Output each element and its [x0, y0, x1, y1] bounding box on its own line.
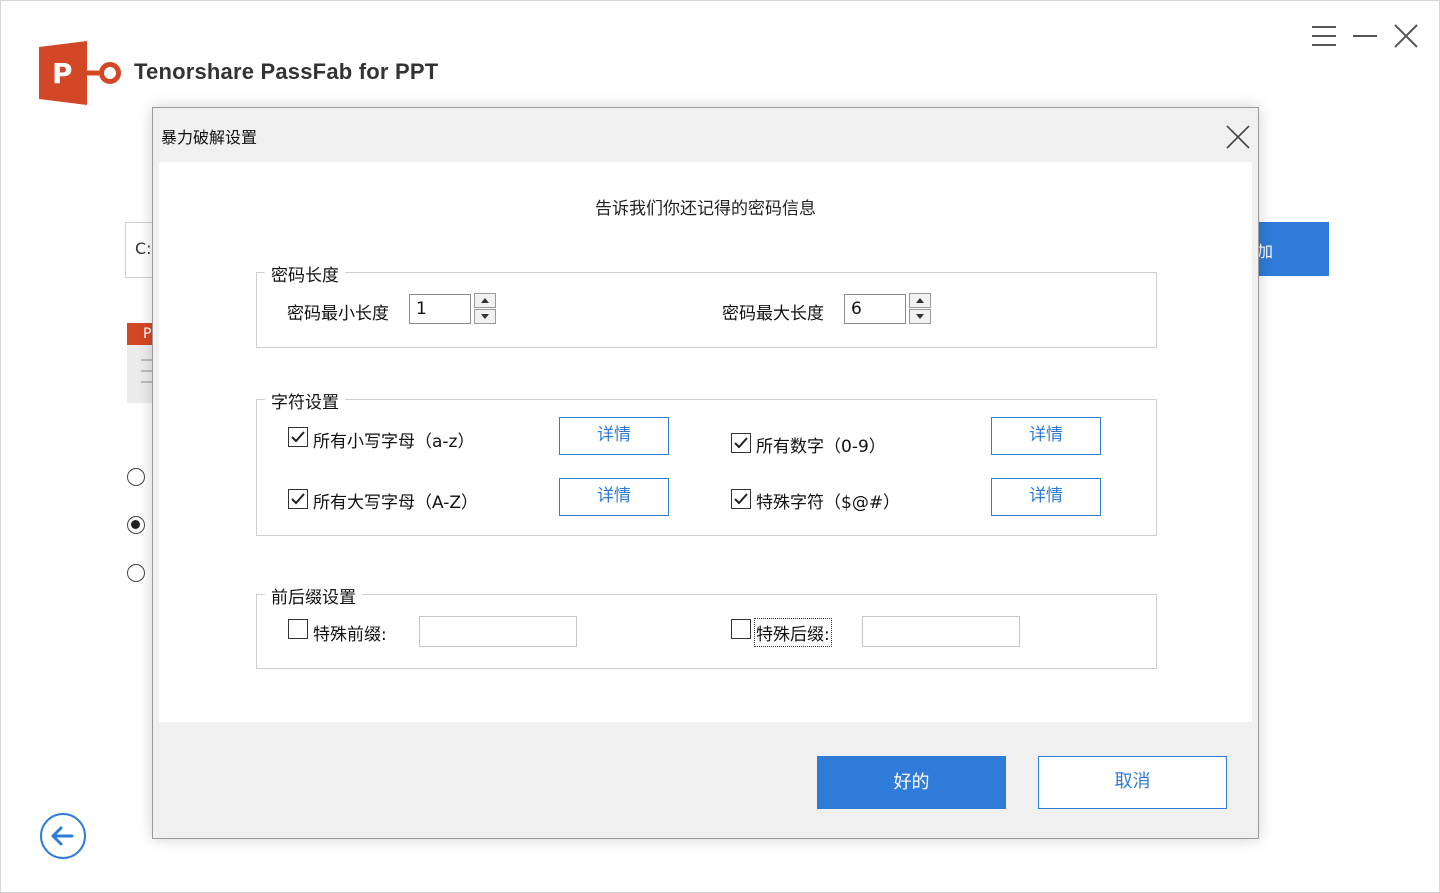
check-icon — [734, 437, 748, 449]
charset-group-label: 字符设置 — [265, 388, 345, 413]
suffix-checkbox[interactable] — [731, 619, 751, 639]
charset-group: 字符设置 所有小写字母（a-z） 详情 所有数字（0-9） 详情 所有大写字母（… — [256, 388, 1157, 536]
file-path-text: C: — [135, 239, 152, 258]
uppercase-detail-button[interactable]: 详情 — [559, 478, 669, 516]
max-length-stepper — [909, 293, 931, 325]
uppercase-checkbox[interactable] — [288, 489, 308, 509]
ok-button[interactable]: 好的 — [817, 756, 1006, 809]
dialog-heading: 告诉我们你还记得的密码信息 — [595, 199, 816, 219]
prefix-label: 特殊前缀: — [313, 625, 387, 645]
arrow-left-icon — [51, 826, 74, 846]
special-chars-checkbox[interactable] — [731, 489, 751, 509]
special-chars-detail-button[interactable]: 详情 — [991, 478, 1101, 516]
back-button[interactable] — [40, 813, 86, 859]
dialog-title: 暴力破解设置 — [161, 128, 258, 147]
app-logo-icon: P — [39, 41, 125, 105]
suffix-label: 特殊后缀: — [754, 618, 832, 647]
check-icon — [734, 493, 748, 505]
lowercase-label: 所有小写字母（a-z） — [313, 432, 475, 452]
lowercase-checkbox[interactable] — [288, 427, 308, 447]
uppercase-label: 所有大写字母（A-Z） — [313, 493, 479, 513]
min-length-label: 密码最小长度 — [287, 304, 389, 324]
affix-group: 前后缀设置 特殊前缀: 特殊后缀: — [256, 583, 1157, 669]
max-length-up-icon[interactable] — [909, 293, 931, 308]
attack-mode-radio-3[interactable] — [127, 564, 145, 582]
add-file-button-label: 加 — [1257, 242, 1274, 261]
prefix-input[interactable] — [419, 616, 577, 647]
min-length-input[interactable]: 1 — [409, 294, 471, 324]
max-length-label: 密码最大长度 — [722, 304, 824, 324]
menu-icon[interactable] — [1309, 21, 1339, 51]
special-chars-label: 特殊字符（$@#） — [756, 493, 901, 513]
lowercase-detail-button[interactable]: 详情 — [559, 417, 669, 455]
app-window: P Tenorshare PassFab for PPT C: 加 P 暴力破解… — [0, 0, 1440, 893]
add-file-button[interactable]: 加 — [1251, 222, 1329, 276]
cancel-button[interactable]: 取消 — [1038, 756, 1227, 809]
minimize-icon[interactable] — [1350, 21, 1380, 51]
suffix-input[interactable] — [862, 616, 1020, 647]
attack-mode-radio-2[interactable] — [127, 516, 145, 534]
app-title: Tenorshare PassFab for PPT — [134, 59, 439, 84]
password-length-group: 密码长度 密码最小长度 1 密码最大长度 6 — [256, 261, 1157, 348]
prefix-checkbox[interactable] — [288, 619, 308, 639]
dialog-content-panel: 告诉我们你还记得的密码信息 密码长度 密码最小长度 1 密码最大长度 6 字符设… — [159, 162, 1252, 722]
max-length-input[interactable]: 6 — [844, 294, 906, 324]
password-length-group-label: 密码长度 — [265, 261, 345, 286]
close-icon[interactable] — [1391, 21, 1421, 51]
digits-checkbox[interactable] — [731, 433, 751, 453]
svg-text:P: P — [52, 57, 73, 90]
min-length-down-icon[interactable] — [474, 309, 496, 324]
dialog-close-icon[interactable] — [1225, 124, 1251, 150]
affix-group-label: 前后缀设置 — [265, 583, 362, 608]
digits-detail-button[interactable]: 详情 — [991, 417, 1101, 455]
check-icon — [291, 431, 305, 443]
check-icon — [291, 493, 305, 505]
max-length-down-icon[interactable] — [909, 309, 931, 324]
min-length-up-icon[interactable] — [474, 293, 496, 308]
brute-force-settings-dialog: 暴力破解设置 告诉我们你还记得的密码信息 密码长度 密码最小长度 1 密码最大长… — [152, 107, 1259, 839]
digits-label: 所有数字（0-9） — [756, 437, 886, 457]
min-length-stepper — [474, 293, 496, 325]
attack-mode-radio-1[interactable] — [127, 468, 145, 486]
